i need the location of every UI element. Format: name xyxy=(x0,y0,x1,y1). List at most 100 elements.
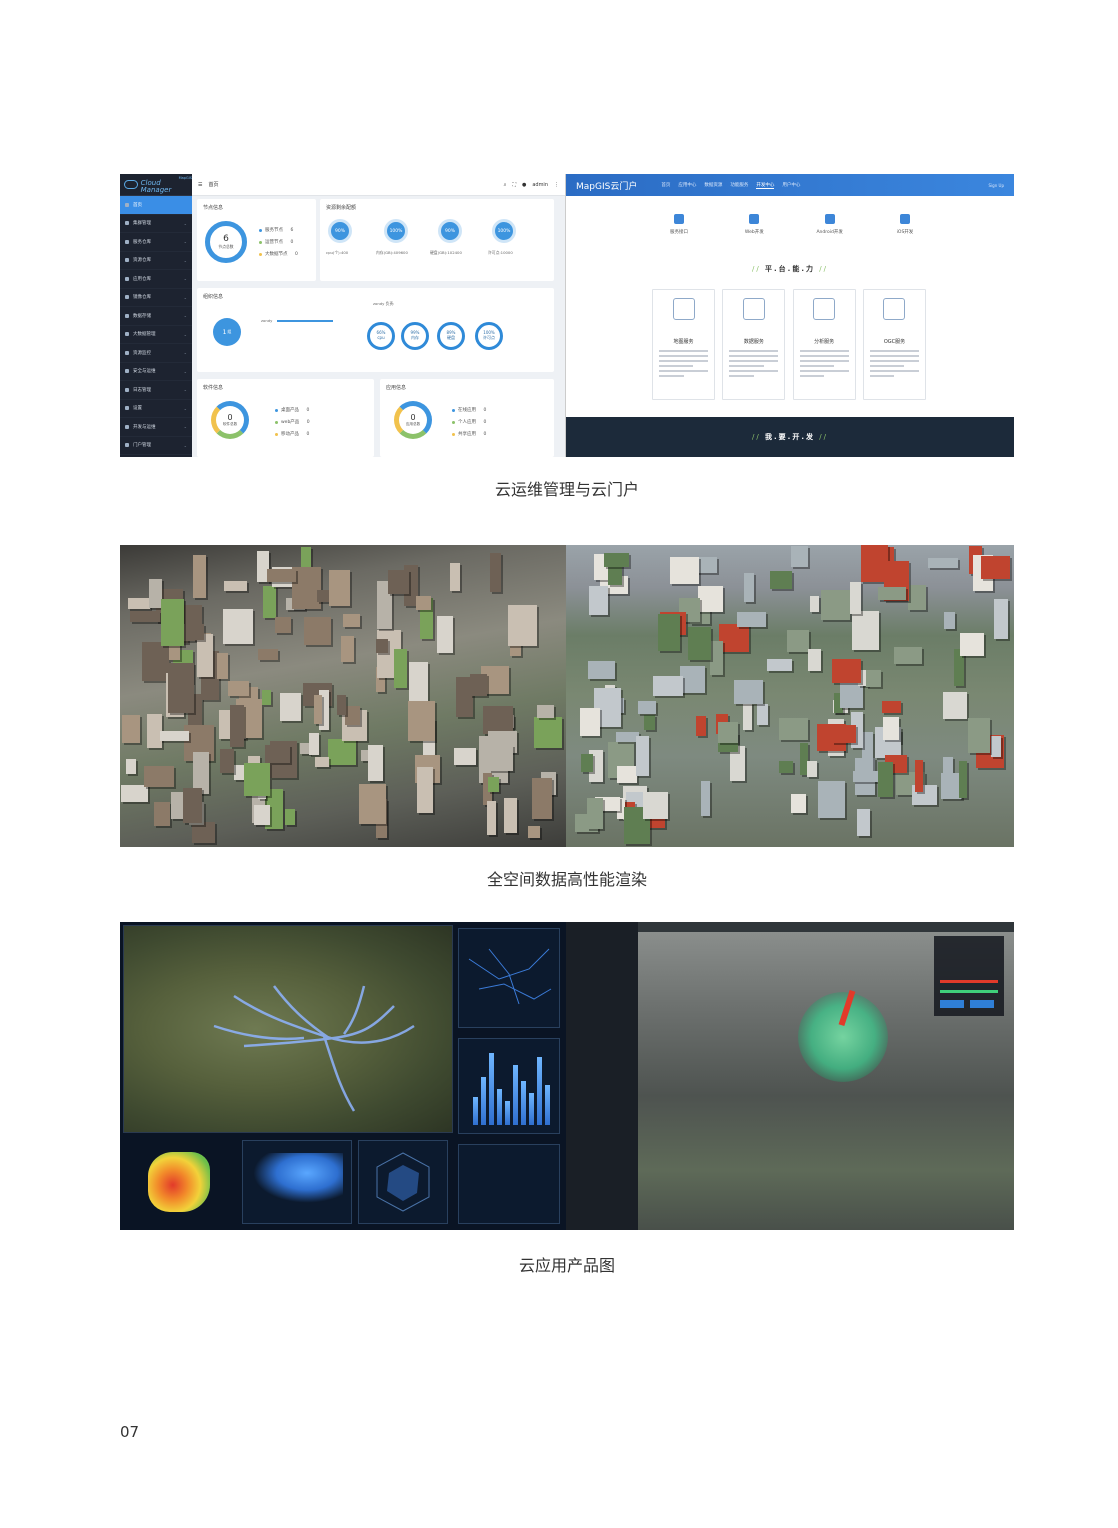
portal-sdk-item[interactable]: 服务接口 xyxy=(652,214,706,235)
sidebar-item[interactable]: 开发与运维 ⌄ xyxy=(120,418,192,437)
more-icon[interactable]: ⋮ xyxy=(554,182,559,188)
portal-sdk-item[interactable]: Android开发 xyxy=(803,214,857,235)
sidebar-item[interactable]: 集群管理 ⌄ xyxy=(120,215,192,233)
portal-nav-item[interactable]: 功能服务 xyxy=(730,182,748,189)
org-line xyxy=(277,320,333,322)
chevron-down-icon: ⌄ xyxy=(183,331,187,337)
sidebar-item[interactable]: 资源监控 ⌄ xyxy=(120,344,192,363)
api-icon xyxy=(674,214,684,224)
chevron-down-icon: ⌄ xyxy=(183,276,187,282)
building xyxy=(861,731,874,771)
app-card-title: 应用信息 xyxy=(386,385,407,391)
sidebar-item[interactable]: 日志管理 ⌄ xyxy=(120,381,192,400)
building xyxy=(314,756,329,767)
portal-sdk-item[interactable]: iOS开发 xyxy=(878,214,932,235)
sidebar-item-label: 日志管理 xyxy=(133,387,151,393)
sidebar-item-label: 应用仓库 xyxy=(133,276,151,282)
sidebar-item[interactable]: 数据存储 ⌄ xyxy=(120,307,192,326)
portal-nav-item[interactable]: 用户中心 xyxy=(782,182,800,189)
sidebar-item-label: 资源仓库 xyxy=(133,258,151,264)
web-icon xyxy=(749,214,760,224)
building xyxy=(127,598,151,609)
building xyxy=(786,630,810,653)
building xyxy=(257,649,278,660)
clear-button[interactable] xyxy=(970,1000,994,1008)
sidebar-item[interactable]: 镜像仓库 ⌄ xyxy=(120,289,192,307)
cm-tab-home[interactable]: 首页 xyxy=(208,181,218,188)
org-user: zondy xyxy=(261,318,273,323)
building xyxy=(263,586,277,619)
portal-navbar: MapGIS云门户 首页 应用中心 数据资源 功能服务 开发中心 用户中心 Sign Up xyxy=(566,174,1014,196)
portal-nav-item[interactable]: 数据资源 xyxy=(704,182,722,189)
portal-capability-card[interactable]: 数据服务 xyxy=(722,289,786,400)
sidebar-item[interactable]: 应用仓库 ⌄ xyxy=(120,270,192,289)
menu-icon xyxy=(125,369,129,374)
chevron-down-icon: ⌄ xyxy=(183,294,187,300)
caption-cloud-apps: 云应用产品图 xyxy=(518,1256,615,1275)
portal-capability-card[interactable]: 分析服务 xyxy=(792,289,856,400)
building xyxy=(617,765,637,783)
building xyxy=(154,802,170,827)
chevron-down-icon: ⌄ xyxy=(183,239,187,245)
slider-red[interactable] xyxy=(940,980,998,983)
sidebar-item[interactable]: 门户管理 ⌄ xyxy=(120,437,192,455)
city-model-rendering xyxy=(120,545,566,847)
fullscreen-icon[interactable]: ⛶ xyxy=(512,182,516,188)
building xyxy=(907,584,927,610)
slider-green[interactable] xyxy=(940,990,998,993)
node-card: 节点信息 6 节点总数 服务节点 6 运营节点 0 大数据节点 0 xyxy=(197,199,316,281)
portal-nav-item[interactable]: 应用中心 xyxy=(678,182,696,189)
menu-toggle-icon[interactable]: ☰ xyxy=(198,182,202,188)
portal-capability-card[interactable]: OGC服务 xyxy=(862,289,926,400)
building xyxy=(831,658,861,684)
resource-card: 资源剩余配额 90% 100% 90% 100% cpu(个):400 内存(G… xyxy=(320,199,554,281)
sidebar-item[interactable]: 安全与运维 ⌄ xyxy=(120,363,192,381)
sidebar-item[interactable]: 大数据管理 ⌄ xyxy=(120,326,192,344)
building xyxy=(507,604,538,647)
portal-capability-card[interactable]: 地图服务 xyxy=(652,289,715,400)
building xyxy=(144,766,174,787)
portal-login-link[interactable]: Sign Up xyxy=(989,183,1004,188)
caption-3d-rendering: 全空间数据高性能渲染 xyxy=(486,870,647,889)
bar xyxy=(545,1085,550,1125)
menu-icon xyxy=(125,406,129,411)
building xyxy=(857,809,871,836)
building xyxy=(533,716,562,749)
app-legend-1: 在线应用 0 xyxy=(452,407,486,413)
building xyxy=(580,754,593,773)
org-owner: zondy 负责: xyxy=(373,301,395,306)
app-donut: 0 应用总数 xyxy=(394,401,432,439)
cm-main: ☰ 首页 ⌕ ⛶ ● admin ⋮ 节点信息 6 节点总数 服务节点 6 运营… xyxy=(192,174,565,457)
portal-nav-item[interactable]: 开发中心 xyxy=(756,182,775,189)
building xyxy=(253,805,271,826)
portal-brand[interactable]: MapGIS云门户 xyxy=(576,179,637,192)
building xyxy=(790,793,807,813)
analyze-button[interactable] xyxy=(940,1000,964,1008)
gauge-disk: 90% xyxy=(438,219,462,243)
building xyxy=(642,792,669,819)
chevron-down-icon: ⌄ xyxy=(183,442,187,448)
sidebar-item[interactable]: 首页 xyxy=(120,196,192,215)
portal-sdk-item[interactable]: Web开发 xyxy=(727,214,781,235)
sidebar-item-label: 开发与运维 xyxy=(133,424,156,430)
radar-chart xyxy=(376,1152,430,1212)
menu-icon xyxy=(125,424,129,429)
portal-card-title: 分析服务 xyxy=(814,339,835,345)
cm-user[interactable]: admin xyxy=(532,182,548,188)
building xyxy=(770,570,793,590)
app-legend-2: 个人应用 0 xyxy=(452,419,486,425)
building xyxy=(733,679,763,704)
portal-nav-item[interactable]: 首页 xyxy=(661,182,670,189)
sidebar-item[interactable]: 设置 ⌄ xyxy=(120,400,192,418)
sidebar-item[interactable]: 服务仓库 ⌄ xyxy=(120,233,192,252)
node-total-label: 节点总数 xyxy=(218,244,234,249)
search-icon[interactable]: ⌕ xyxy=(504,182,507,188)
sidebar-item[interactable]: 资源仓库 ⌄ xyxy=(120,252,192,270)
portal-nav-links: 首页 应用中心 数据资源 功能服务 开发中心 用户中心 xyxy=(661,182,808,189)
building xyxy=(831,724,857,744)
building xyxy=(718,721,738,743)
building xyxy=(193,554,207,598)
chevron-down-icon: ⌄ xyxy=(183,313,187,319)
building xyxy=(359,784,386,825)
3d-city-analysis-screenshot xyxy=(566,922,1014,1230)
